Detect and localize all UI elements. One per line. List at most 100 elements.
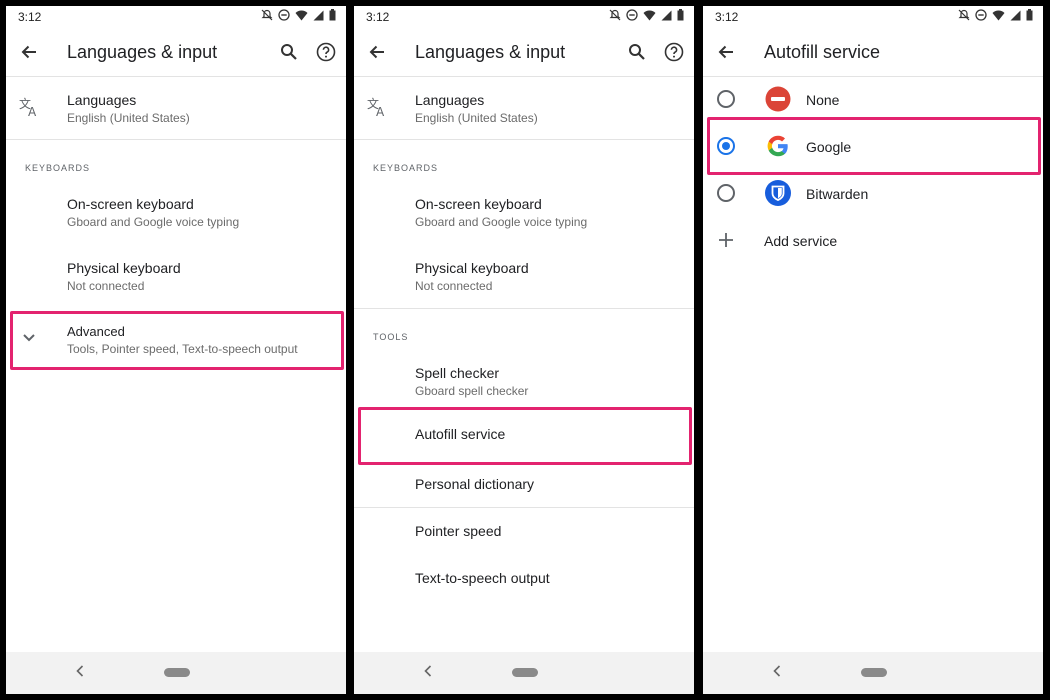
back-arrow-icon[interactable] <box>717 43 735 61</box>
navigation-bar <box>354 652 694 694</box>
physical-keyboard-item[interactable]: Physical keyboard Not connected <box>6 254 346 310</box>
notifications-off-icon <box>958 9 970 21</box>
highlight-box <box>10 311 344 370</box>
onscreen-keyboard-item[interactable]: On-screen keyboard Gboard and Google voi… <box>354 190 694 246</box>
onscreen-keyboard-title: On-screen keyboard <box>415 196 542 212</box>
status-time: 3:12 <box>18 10 42 24</box>
divider <box>354 308 694 309</box>
svg-text:A: A <box>28 105 37 118</box>
notifications-off-icon <box>261 9 273 21</box>
onscreen-keyboard-subtitle: Gboard and Google voice typing <box>415 215 588 229</box>
home-pill[interactable] <box>164 668 190 677</box>
search-icon[interactable] <box>280 43 298 61</box>
physical-keyboard-title: Physical keyboard <box>67 260 181 276</box>
physical-keyboard-subtitle: Not connected <box>415 279 493 293</box>
home-pill[interactable] <box>861 668 887 677</box>
wifi-icon <box>295 10 308 20</box>
phone-screen-autofill-service: 3:12 Autofill service None Google Bitwar… <box>703 6 1043 694</box>
languages-title: Languages <box>415 92 485 108</box>
text-to-speech-title: Text-to-speech output <box>415 570 550 586</box>
keyboards-header: KEYBOARDS <box>25 163 91 173</box>
divider <box>703 76 1043 77</box>
app-bar: Languages & input <box>354 32 694 76</box>
spell-checker-subtitle: Gboard spell checker <box>415 384 529 398</box>
back-arrow-icon[interactable] <box>20 43 38 61</box>
signal-icon <box>1010 10 1021 20</box>
highlight-box <box>707 117 1041 175</box>
status-bar: 3:12 <box>354 6 694 30</box>
translate-icon: 文A <box>19 96 37 118</box>
divider <box>354 139 694 140</box>
personal-dictionary-title: Personal dictionary <box>415 476 535 492</box>
status-icons <box>958 9 1033 21</box>
radio-button[interactable] <box>717 90 735 108</box>
translate-icon: 文A <box>367 96 385 118</box>
navigation-bar <box>703 652 1043 694</box>
personal-dictionary-item[interactable]: Personal dictionary <box>354 466 694 506</box>
back-arrow-icon[interactable] <box>368 43 386 61</box>
languages-item[interactable]: 文A Languages English (United States) <box>6 86 346 140</box>
wifi-icon <box>992 10 1005 20</box>
page-title: Languages & input <box>67 42 218 62</box>
divider <box>6 76 346 77</box>
phone-screen-languages-input: 3:12 Languages & input 文A Languages Engl… <box>6 6 346 694</box>
status-time: 3:12 <box>366 10 390 24</box>
spell-checker-title: Spell checker <box>415 365 500 381</box>
languages-subtitle: English (United States) <box>67 111 190 125</box>
do-not-disturb-icon <box>278 9 290 21</box>
autofill-option-bitwarden[interactable]: Bitwarden <box>703 174 1043 214</box>
plus-icon <box>719 233 733 247</box>
onscreen-keyboard-subtitle: Gboard and Google voice typing <box>67 215 240 229</box>
add-service-label: Add service <box>764 233 838 249</box>
pointer-speed-item[interactable]: Pointer speed <box>354 513 694 553</box>
physical-keyboard-title: Physical keyboard <box>415 260 529 276</box>
phone-screen-languages-input-advanced: 3:12 Languages & input 文A Languages Engl… <box>354 6 694 694</box>
status-bar: 3:12 <box>6 6 346 30</box>
text-to-speech-item[interactable]: Text-to-speech output <box>354 560 694 600</box>
physical-keyboard-subtitle: Not connected <box>67 279 145 293</box>
option-label: None <box>806 92 840 108</box>
physical-keyboard-item[interactable]: Physical keyboard Not connected <box>354 254 694 310</box>
nav-back-icon[interactable] <box>773 665 781 677</box>
status-bar: 3:12 <box>703 6 1043 30</box>
languages-title: Languages <box>67 92 137 108</box>
languages-subtitle: English (United States) <box>415 111 538 125</box>
nav-back-icon[interactable] <box>76 665 84 677</box>
none-icon <box>765 86 791 112</box>
status-time: 3:12 <box>715 10 739 24</box>
radio-button[interactable] <box>717 184 735 202</box>
languages-item[interactable]: 文A Languages English (United States) <box>354 86 694 140</box>
help-icon[interactable] <box>316 42 336 62</box>
home-pill[interactable] <box>512 668 538 677</box>
divider <box>6 139 346 140</box>
divider <box>354 507 694 508</box>
nav-back-icon[interactable] <box>424 665 432 677</box>
add-service-item[interactable]: Add service <box>703 221 1043 261</box>
page-title: Autofill service <box>764 42 881 62</box>
onscreen-keyboard-item[interactable]: On-screen keyboard Gboard and Google voi… <box>6 190 346 246</box>
status-icons <box>609 9 684 21</box>
status-icons <box>261 9 336 21</box>
search-icon[interactable] <box>628 43 646 61</box>
pointer-speed-title: Pointer speed <box>415 523 502 539</box>
autofill-option-none[interactable]: None <box>703 80 1043 120</box>
notifications-off-icon <box>609 9 621 21</box>
navigation-bar <box>6 652 346 694</box>
divider <box>354 76 694 77</box>
onscreen-keyboard-title: On-screen keyboard <box>67 196 194 212</box>
tools-header: TOOLS <box>373 332 409 342</box>
help-icon[interactable] <box>664 42 684 62</box>
app-bar: Autofill service <box>703 32 1043 76</box>
bitwarden-icon <box>765 180 791 206</box>
svg-text:A: A <box>376 105 385 118</box>
page-title: Languages & input <box>415 42 566 62</box>
option-label: Bitwarden <box>806 186 869 202</box>
battery-icon <box>1026 9 1033 21</box>
wifi-icon <box>643 10 656 20</box>
app-bar: Languages & input <box>6 32 346 76</box>
battery-icon <box>329 9 336 21</box>
keyboards-header: KEYBOARDS <box>373 163 439 173</box>
signal-icon <box>313 10 324 20</box>
battery-icon <box>677 9 684 21</box>
do-not-disturb-icon <box>626 9 638 21</box>
